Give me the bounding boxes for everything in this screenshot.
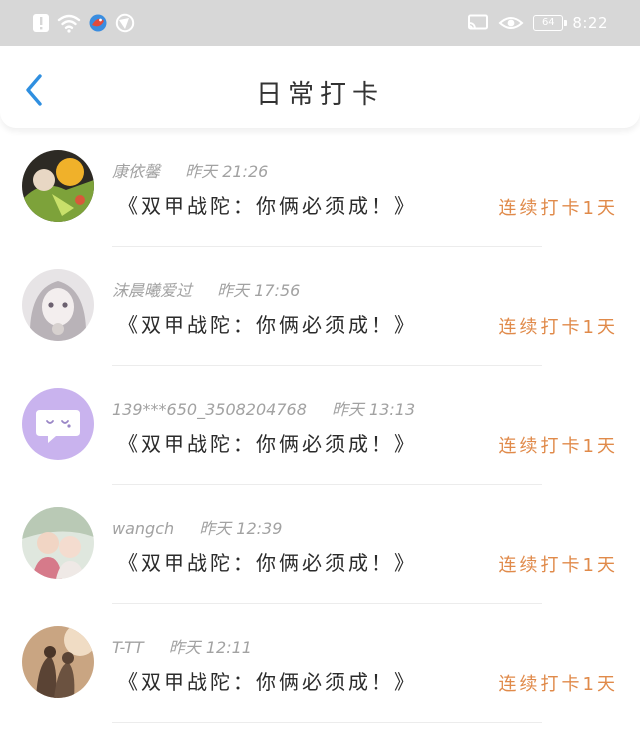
avatar[interactable] <box>22 626 94 698</box>
checkin-message: 《双甲战陀：你俩必须成！》 <box>118 194 417 218</box>
avatar[interactable] <box>22 269 94 341</box>
entry-meta: 康依馨 昨天 21:26 <box>112 158 268 182</box>
entry-meta: 139***650_3508204768 昨天 13:13 <box>112 396 415 420</box>
list-item[interactable]: wangch 昨天 12:39 《双甲战陀：你俩必须成！》 连续打卡1天 <box>0 485 640 604</box>
status-clock: 8:22 <box>572 14 608 32</box>
checkin-message: 《双甲战陀：你俩必须成！》 <box>118 313 417 337</box>
battery-level: 64 <box>541 17 555 28</box>
wifi-icon <box>57 14 81 33</box>
list-item[interactable]: 康依馨 昨天 21:26 《双甲战陀：你俩必须成！》 连续打卡1天 <box>0 128 640 247</box>
checkin-list: 康依馨 昨天 21:26 《双甲战陀：你俩必须成！》 连续打卡1天 沫晨曦爱过 … <box>0 128 640 723</box>
vpn-icon <box>115 13 135 33</box>
list-item[interactable]: T-TT 昨天 12:11 《双甲战陀：你俩必须成！》 连续打卡1天 <box>0 604 640 723</box>
page-header: 日常打卡 <box>0 46 640 128</box>
checkin-time: 昨天 17:56 <box>217 281 301 300</box>
list-item[interactable]: 沫晨曦爱过 昨天 17:56 《双甲战陀：你俩必须成！》 连续打卡1天 <box>0 247 640 366</box>
checkin-time: 昨天 13:13 <box>331 400 416 419</box>
avatar[interactable] <box>22 388 94 460</box>
entry-meta: T-TT 昨天 12:11 <box>112 634 252 658</box>
user-name[interactable]: wangch <box>112 519 174 538</box>
user-name[interactable]: 139***650_3508204768 <box>112 400 307 419</box>
status-bar: 64 8:22 <box>0 0 640 46</box>
user-name[interactable]: T-TT <box>112 638 144 657</box>
cast-icon <box>468 14 489 30</box>
checkin-message: 《双甲战陀：你俩必须成！》 <box>118 551 417 575</box>
checkin-time: 昨天 21:26 <box>185 162 269 181</box>
streak-label: 连续打卡1天 <box>498 674 618 695</box>
checkin-time: 昨天 12:39 <box>199 519 283 538</box>
entry-meta: wangch 昨天 12:39 <box>112 515 282 539</box>
status-bar-left <box>32 12 135 34</box>
battery-icon: 64 <box>533 15 568 31</box>
divider <box>112 722 542 723</box>
avatar[interactable] <box>22 507 94 579</box>
streak-label: 连续打卡1天 <box>498 317 618 338</box>
eye-protection-icon <box>498 17 524 29</box>
checkin-time: 昨天 12:11 <box>168 638 252 657</box>
streak-label: 连续打卡1天 <box>498 555 618 576</box>
streak-label: 连续打卡1天 <box>498 198 618 219</box>
entry-meta: 沫晨曦爱过 昨天 17:56 <box>112 277 300 301</box>
user-name[interactable]: 康依馨 <box>112 162 160 181</box>
list-item[interactable]: 139***650_3508204768 昨天 13:13 《双甲战陀：你俩必须… <box>0 366 640 485</box>
app-notification-icon <box>89 14 107 32</box>
status-bar-right: 64 8:22 <box>467 12 608 34</box>
checkin-message: 《双甲战陀：你俩必须成！》 <box>118 432 417 456</box>
app-root: 64 8:22 日常打卡 康依馨 昨天 21:26 《双甲战陀：你俩必须成！》 … <box>0 0 640 732</box>
avatar[interactable] <box>22 150 94 222</box>
page-title: 日常打卡 <box>255 80 384 110</box>
user-name[interactable]: 沫晨曦爱过 <box>112 281 192 300</box>
alert-icon <box>33 14 49 32</box>
streak-label: 连续打卡1天 <box>498 436 618 457</box>
checkin-message: 《双甲战陀：你俩必须成！》 <box>118 670 417 694</box>
